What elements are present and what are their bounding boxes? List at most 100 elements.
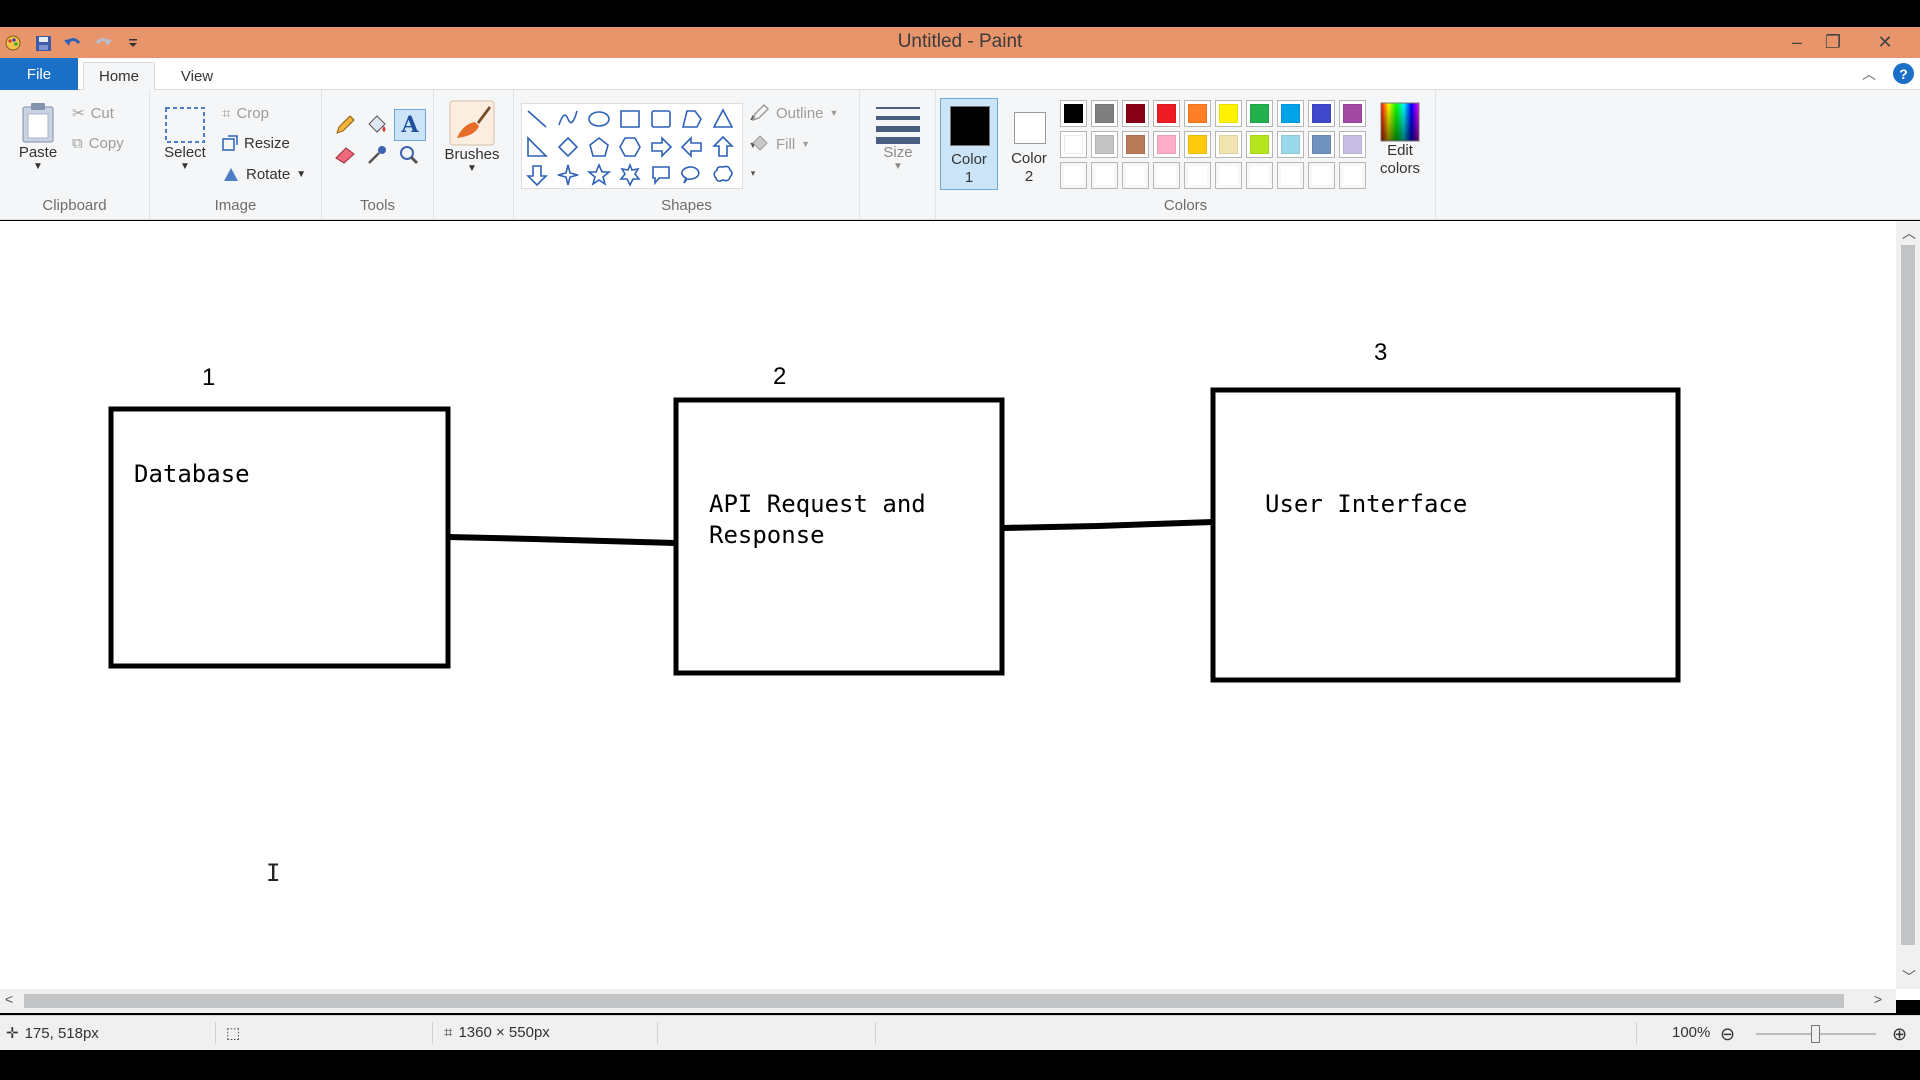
copy-button[interactable]: ⧉ Copy (72, 130, 124, 156)
shapes-group-label: Shapes (661, 197, 712, 214)
scroll-right-icon[interactable]: > (1874, 991, 1882, 1007)
palette-swatch[interactable] (1184, 100, 1211, 127)
edit-colors-button[interactable]: Edit colors (1372, 102, 1428, 178)
palette-swatch[interactable] (1184, 131, 1211, 158)
palette-swatch[interactable] (1091, 162, 1118, 189)
fill-bucket-icon[interactable] (364, 112, 390, 138)
shape-option-icon[interactable] (681, 110, 702, 128)
shape-option-icon[interactable] (620, 110, 640, 128)
collapse-ribbon-icon[interactable]: ︿ (1862, 64, 1876, 84)
shape-option-icon[interactable] (651, 136, 673, 158)
palette-swatch[interactable] (1246, 162, 1273, 189)
fill-button[interactable]: Fill ▼ (750, 131, 810, 157)
resize-icon (222, 135, 238, 151)
color-picker-icon[interactable] (364, 142, 390, 168)
palette-swatch[interactable] (1122, 100, 1149, 127)
shape-option-icon[interactable] (589, 136, 609, 157)
line-size-icon (875, 104, 921, 144)
zoom-slider[interactable] (1756, 1025, 1876, 1043)
shape-option-icon[interactable] (586, 162, 612, 186)
horizontal-scroll-thumb[interactable] (24, 994, 1844, 1008)
status-bar: ✛ 175, 518px ⬚ ⌗ 1360 × 550px 100% ⊖ ⊕ (0, 1015, 1920, 1050)
palette-swatch[interactable] (1184, 162, 1211, 189)
tab-home[interactable]: Home (83, 62, 155, 90)
resize-button[interactable]: Resize (222, 130, 290, 156)
scroll-up-icon[interactable]: ︿ (1902, 223, 1916, 243)
shape-option-icon[interactable] (558, 110, 578, 126)
shape-option-icon[interactable] (557, 164, 579, 186)
palette-swatch[interactable] (1277, 162, 1304, 189)
zoom-out-icon[interactable]: ⊖ (1720, 1024, 1735, 1045)
palette-swatch[interactable] (1091, 131, 1118, 158)
select-button[interactable]: Select ▼ (162, 106, 208, 172)
size-button[interactable]: Size ▼ (870, 104, 926, 172)
cut-button[interactable]: ✂ Cut (72, 100, 114, 126)
shape-option-icon[interactable] (680, 136, 702, 158)
color2-button[interactable]: Color 2 (1004, 98, 1054, 190)
palette-swatch[interactable] (1246, 131, 1273, 158)
shape-option-icon[interactable] (527, 136, 548, 157)
chevron-down-icon: ▼ (180, 161, 190, 172)
palette-swatch[interactable] (1277, 100, 1304, 127)
shapes-gallery-icons (526, 108, 734, 187)
palette-swatch[interactable] (1246, 100, 1273, 127)
palette-swatch[interactable] (1153, 162, 1180, 189)
palette-swatch[interactable] (1339, 131, 1366, 158)
pencil-icon[interactable] (332, 112, 358, 138)
palette-swatch[interactable] (1091, 100, 1118, 127)
palette-swatch[interactable] (1215, 100, 1242, 127)
palette-swatch[interactable] (1308, 162, 1335, 189)
palette-swatch[interactable] (1308, 100, 1335, 127)
crop-button[interactable]: ⌗ Crop (222, 100, 269, 126)
shape-option-icon[interactable] (712, 108, 734, 128)
palette-swatch[interactable] (1153, 131, 1180, 158)
shape-option-icon[interactable] (527, 110, 547, 128)
scroll-down-icon[interactable]: ﹀ (1902, 967, 1916, 987)
scroll-left-icon[interactable]: < (5, 991, 13, 1007)
drawing-canvas[interactable]: 1 2 3 Database API Request and Response … (8, 230, 1896, 990)
zoom-in-icon[interactable]: ⊕ (1892, 1024, 1907, 1045)
palette-swatch[interactable] (1308, 131, 1335, 158)
palette-swatch[interactable] (1277, 131, 1304, 158)
tab-view[interactable]: View (160, 62, 234, 90)
palette-swatch[interactable] (1122, 162, 1149, 189)
palette-swatch[interactable] (1060, 131, 1087, 158)
shapes-gallery[interactable] (521, 103, 743, 189)
palette-swatch[interactable] (1122, 131, 1149, 158)
palette-swatch[interactable] (1153, 100, 1180, 127)
tab-file[interactable]: File (0, 58, 78, 90)
magnifier-icon[interactable] (396, 142, 422, 168)
shape-option-icon[interactable] (713, 165, 733, 182)
restore-button[interactable]: ❐ (1810, 27, 1856, 58)
shape-option-icon[interactable] (652, 166, 670, 186)
shape-option-icon[interactable] (619, 137, 641, 157)
eraser-icon[interactable] (332, 142, 358, 168)
fill-bucket-icon (750, 134, 770, 154)
shape-option-icon[interactable] (651, 110, 671, 128)
canvas-size: ⌗ 1360 × 550px (444, 1024, 550, 1041)
palette-swatch[interactable] (1060, 100, 1087, 127)
shape-option-icon[interactable] (526, 165, 548, 187)
shape-option-icon[interactable] (681, 166, 700, 184)
palette-swatch[interactable] (1339, 100, 1366, 127)
vertical-scrollbar[interactable]: ︿ ﹀ (1896, 221, 1920, 989)
shape-option-icon[interactable] (712, 135, 734, 157)
rotate-button[interactable]: Rotate ▼ (222, 161, 306, 187)
palette-swatch[interactable] (1339, 162, 1366, 189)
shape-option-icon[interactable] (557, 136, 579, 158)
horizontal-scrollbar[interactable]: < > (0, 989, 1896, 1013)
palette-swatch[interactable] (1215, 131, 1242, 158)
palette-swatch[interactable] (1060, 162, 1087, 189)
shape-option-icon[interactable] (619, 162, 641, 187)
shape-option-icon[interactable] (588, 111, 610, 127)
outline-button[interactable]: Outline ▼ (750, 100, 838, 126)
paste-button[interactable]: Paste ▼ (14, 102, 62, 172)
close-button[interactable]: ✕ (1862, 27, 1908, 58)
help-icon[interactable]: ? (1893, 63, 1914, 84)
crop-icon: ⌗ (222, 104, 231, 122)
text-tool-icon[interactable]: A (394, 109, 426, 141)
color1-button[interactable]: Color 1 (940, 98, 998, 190)
zoom-slider-thumb[interactable] (1811, 1025, 1820, 1043)
palette-swatch[interactable] (1215, 162, 1242, 189)
vertical-scroll-thumb[interactable] (1901, 245, 1915, 945)
